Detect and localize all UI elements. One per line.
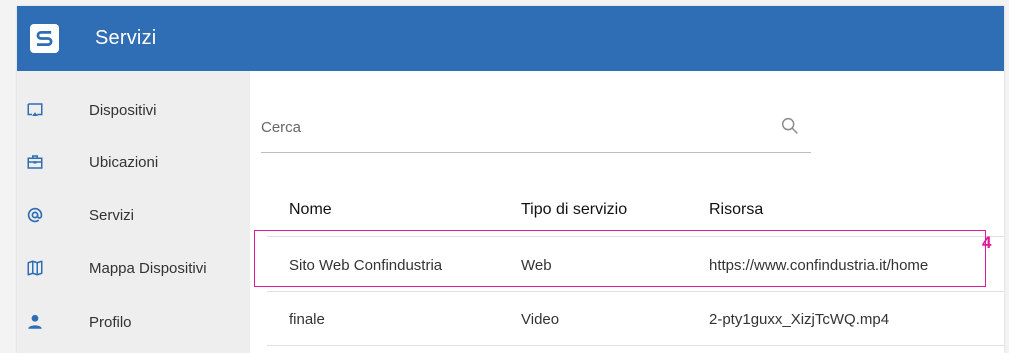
cell-risorsa: https://www.confindustria.it/home — [709, 257, 929, 274]
main-content: Nome Tipo di servizio Risorsa Sito Web C… — [250, 71, 1004, 353]
column-header-tipo[interactable]: Tipo di servizio — [521, 201, 627, 219]
search-icon[interactable] — [779, 115, 801, 137]
sidebar-item-label: Profilo — [89, 313, 132, 331]
cell-nome: Sito Web Confindustria — [289, 257, 443, 274]
cast-icon — [25, 100, 45, 120]
cell-risorsa: 2-pty1guxx_XizjTcWQ.mp4 — [709, 311, 890, 328]
search-field — [261, 97, 811, 153]
app-bar: Servizi — [17, 6, 1004, 71]
logo-s-icon[interactable] — [30, 24, 59, 53]
sidebar-item-profilo[interactable]: Profilo — [17, 296, 250, 348]
map-icon — [25, 258, 45, 278]
sidebar-item-label: Ubicazioni — [89, 153, 159, 171]
sidebar-item-ubicazioni[interactable]: Ubicazioni — [17, 136, 250, 188]
cell-tipo: Video — [521, 311, 560, 328]
table-header: Nome Tipo di servizio Risorsa — [267, 189, 1004, 237]
app-window: Servizi Dispositivi Ubicazioni Servizi M… — [17, 6, 1004, 353]
table-row[interactable]: Sito Web Confindustria Web https://www.c… — [267, 241, 1004, 292]
briefcase-icon — [25, 152, 45, 172]
sidebar: Dispositivi Ubicazioni Servizi Mappa Dis… — [17, 71, 250, 353]
annotation-number: 4 — [982, 233, 992, 252]
column-header-nome[interactable]: Nome — [289, 201, 332, 219]
sidebar-item-mappa-dispositivi[interactable]: Mappa Dispositivi — [17, 242, 250, 294]
sidebar-item-servizi[interactable]: Servizi — [17, 189, 250, 241]
cell-nome: finale — [289, 311, 325, 328]
column-header-risorsa[interactable]: Risorsa — [709, 201, 763, 219]
page-title: Servizi — [95, 27, 157, 49]
sidebar-item-label: Dispositivi — [89, 101, 157, 119]
person-icon — [25, 312, 45, 332]
cell-tipo: Web — [521, 257, 552, 274]
search-input[interactable] — [261, 115, 761, 139]
sidebar-item-label: Mappa Dispositivi — [89, 259, 207, 277]
sidebar-item-dispositivi[interactable]: Dispositivi — [17, 84, 250, 136]
at-icon — [25, 205, 45, 225]
table-row[interactable]: finale Video 2-pty1guxx_XizjTcWQ.mp4 — [267, 295, 1004, 346]
sidebar-item-label: Servizi — [89, 206, 135, 224]
